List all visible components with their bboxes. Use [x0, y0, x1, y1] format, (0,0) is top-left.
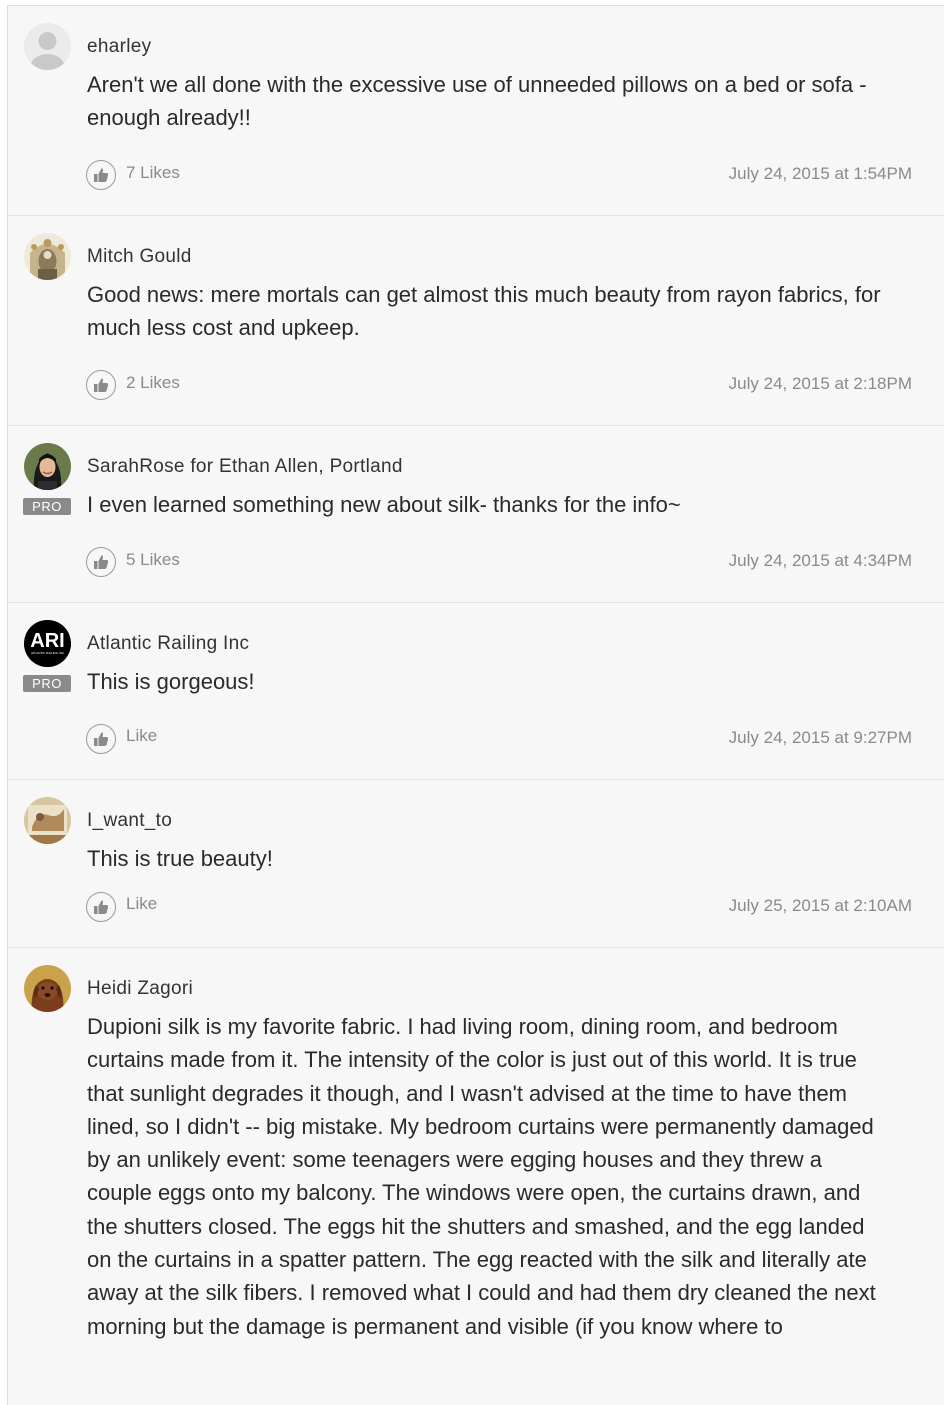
comment-item: ARI ATLANTIC RAILING INC PRO Atlantic Ra… [8, 603, 944, 780]
comment-item: I_want_to This is true beauty! Like July… [8, 780, 944, 948]
company-logo[interactable]: ARI ATLANTIC RAILING INC [24, 620, 71, 667]
comment-author[interactable]: Atlantic Railing Inc [87, 633, 249, 655]
comment-author[interactable]: Mitch Gould [87, 246, 192, 268]
comment-item: eharley Aren't we all done with the exce… [8, 6, 944, 216]
like-button[interactable] [86, 892, 116, 922]
comment-author[interactable]: Heidi Zagori [87, 978, 193, 1000]
like-button[interactable] [86, 724, 116, 754]
comment-text: Good news: mere mortals can get almost t… [87, 282, 881, 341]
pro-badge: PRO [23, 675, 71, 692]
like-button[interactable] [86, 370, 116, 400]
comment-author[interactable]: I_want_to [87, 810, 172, 832]
like-count: 7 Likes [126, 163, 180, 182]
comment-author[interactable]: SarahRose for Ethan Allen, Portland [87, 456, 403, 478]
like-count: 5 Likes [126, 550, 180, 569]
like-button[interactable] [86, 547, 116, 577]
thumbs-up-icon [94, 732, 109, 746]
thumbs-up-icon [94, 168, 109, 182]
like-count: 2 Likes [126, 373, 180, 392]
comment-text: Aren't we all done with the excessive us… [87, 72, 867, 131]
comment-timestamp: July 24, 2015 at 2:18PM [728, 374, 912, 393]
thumbs-up-icon [94, 378, 109, 392]
avatar[interactable] [24, 443, 71, 490]
comment-timestamp: July 25, 2015 at 2:10AM [728, 896, 912, 915]
thumbs-up-icon [94, 555, 109, 569]
avatar[interactable] [24, 233, 71, 280]
logo-subtext: ATLANTIC RAILING INC [31, 651, 65, 655]
comment-author[interactable]: eharley [87, 36, 151, 58]
comment-text: This is true beauty! [87, 846, 273, 871]
logo-text: ARI [30, 630, 64, 652]
comment-text: Dupioni silk is my favorite fabric. I ha… [87, 1014, 876, 1339]
avatar[interactable] [24, 965, 71, 1012]
comment-text: I even learned something new about silk-… [87, 492, 681, 517]
thumbs-up-icon [94, 900, 109, 914]
default-avatar-icon[interactable] [24, 23, 71, 70]
comment-item: PRO SarahRose for Ethan Allen, Portland … [8, 426, 944, 603]
comment-item: Mitch Gould Good news: mere mortals can … [8, 216, 944, 426]
like-count: Like [126, 726, 158, 745]
comment-timestamp: July 24, 2015 at 9:27PM [728, 728, 912, 747]
comment-timestamp: July 24, 2015 at 1:54PM [728, 164, 912, 183]
like-count: Like [126, 894, 158, 913]
comment-item: Heidi Zagori Dupioni silk is my favorite… [8, 948, 944, 1388]
avatar[interactable] [24, 797, 71, 844]
pro-badge: PRO [23, 498, 71, 515]
comment-timestamp: July 24, 2015 at 4:34PM [728, 551, 912, 570]
comment-text: This is gorgeous! [87, 669, 255, 694]
like-button[interactable] [86, 160, 116, 190]
